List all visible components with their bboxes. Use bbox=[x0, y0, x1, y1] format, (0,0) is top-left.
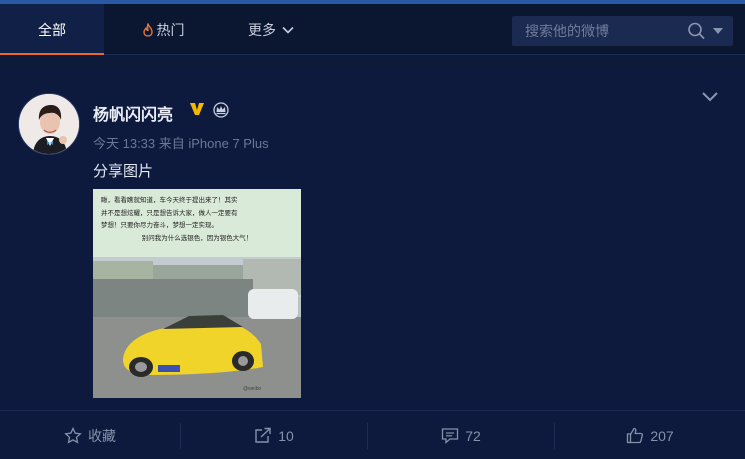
tab-all[interactable]: 全部 bbox=[0, 4, 104, 55]
search-scope-dropdown-icon[interactable] bbox=[713, 28, 723, 34]
chevron-down-icon bbox=[282, 26, 294, 34]
fire-icon bbox=[142, 22, 154, 37]
comment-button[interactable]: 72 bbox=[368, 411, 554, 459]
image-watermark: @weibo bbox=[243, 386, 262, 392]
search-input[interactable] bbox=[512, 16, 682, 46]
share-button[interactable]: 10 bbox=[181, 411, 367, 459]
star-icon bbox=[64, 427, 82, 444]
favorite-label: 收藏 bbox=[88, 427, 116, 444]
search-icon[interactable] bbox=[687, 22, 707, 40]
tab-more[interactable]: 更多 bbox=[226, 4, 316, 55]
verified-badge-icon bbox=[188, 100, 206, 123]
tab-hot[interactable]: 热门 bbox=[118, 4, 208, 55]
crown-icon[interactable] bbox=[211, 100, 231, 123]
image-caption-line: 瞅，看看瞧就知道，车今天终于提出来了！其实 bbox=[101, 197, 238, 204]
post-menu-chevron-icon[interactable] bbox=[700, 90, 720, 108]
tab-all-label: 全部 bbox=[38, 21, 66, 38]
post-image[interactable]: 瞅，看看瞧就知道，车今天终于提出来了！其实 并不是想炫耀，只是想告诉大家，做人一… bbox=[93, 189, 301, 398]
like-button[interactable]: 207 bbox=[555, 411, 745, 459]
image-caption: 瞅，看看瞧就知道，车今天终于提出来了！其实 并不是想炫耀，只是想告诉大家，做人一… bbox=[93, 189, 301, 257]
image-caption-line: 别问我为什么选银色，因为银色大气！ bbox=[141, 234, 253, 242]
comment-count: 72 bbox=[465, 427, 481, 444]
post-card: 杨帆闪闪亮 今天 13:33 来自 iPhone 7 Plus 分享图片 瞅，看… bbox=[0, 68, 745, 459]
comment-icon bbox=[441, 427, 459, 444]
favorite-button[interactable]: 收藏 bbox=[0, 411, 180, 459]
post-text: 分享图片 bbox=[93, 163, 154, 180]
share-icon bbox=[254, 427, 272, 444]
username[interactable]: 杨帆闪闪亮 bbox=[93, 101, 173, 125]
like-count: 207 bbox=[650, 427, 674, 444]
avatar[interactable] bbox=[18, 93, 80, 155]
share-count: 10 bbox=[278, 427, 294, 444]
thumbs-up-icon bbox=[626, 427, 644, 444]
image-caption-line: 梦想！只要你尽力奋斗，梦想一定实现。 bbox=[101, 222, 218, 229]
action-bar: 收藏 10 72 207 bbox=[0, 410, 745, 459]
image-caption-line: 并不是想炫耀，只是想告诉大家，做人一定要有 bbox=[101, 209, 238, 217]
search-box bbox=[512, 16, 733, 46]
post-meta: 今天 13:33 来自 iPhone 7 Plus bbox=[93, 136, 269, 151]
tab-hot-label: 热门 bbox=[156, 21, 185, 38]
top-nav: 全部 热门 更多 bbox=[0, 4, 745, 55]
tab-more-label: 更多 bbox=[248, 21, 276, 38]
